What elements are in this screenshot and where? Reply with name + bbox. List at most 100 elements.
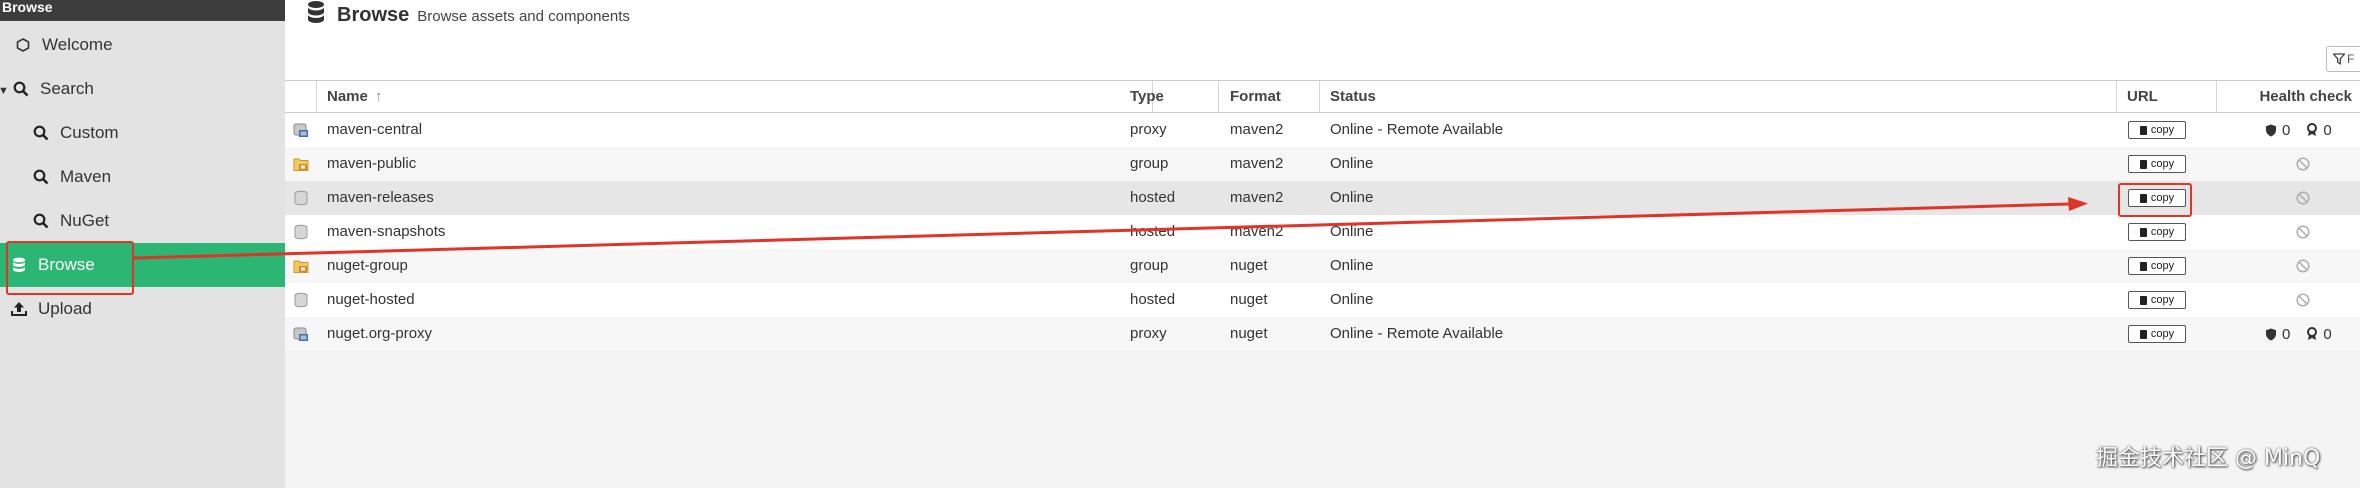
repo-status: Online xyxy=(1330,223,1374,240)
clipboard-icon xyxy=(2139,193,2147,203)
copy-url-button[interactable]: copy xyxy=(2128,223,2186,241)
repo-format: maven2 xyxy=(1230,155,1284,172)
sidebar-item-nuget[interactable]: NuGet xyxy=(0,199,285,243)
repo-status: Online xyxy=(1330,155,1374,172)
sidebar-header: Browse xyxy=(0,0,285,21)
repo-format: maven2 xyxy=(1230,189,1284,206)
repo-format: maven2 xyxy=(1230,223,1284,240)
sidebar-item-welcome[interactable]: Welcome xyxy=(0,23,285,67)
repo-type: hosted xyxy=(1130,223,1176,240)
upload-icon xyxy=(8,301,30,317)
sidebar-item-label: Upload xyxy=(38,299,92,318)
main-panel: Browse Browse assets and components F Na… xyxy=(285,0,2360,488)
copy-url-button[interactable]: copy xyxy=(2128,121,2186,139)
repo-name: maven-snapshots xyxy=(327,223,446,240)
filter-input[interactable]: F xyxy=(2326,46,2360,72)
repo-name: nuget-hosted xyxy=(327,291,415,308)
copy-url-button[interactable]: copy xyxy=(2128,325,2186,343)
shield-icon xyxy=(2266,328,2276,340)
table-row[interactable]: maven-public group maven2 Online copy xyxy=(285,147,2360,181)
copy-url-button[interactable]: copy xyxy=(2128,257,2186,275)
database-icon xyxy=(307,0,325,31)
security-count: 0 xyxy=(2282,121,2291,139)
clipboard-icon xyxy=(2139,261,2147,271)
table-header: Name ↑ Type Format Status URL Health che… xyxy=(285,80,2360,113)
sidebar-item-search[interactable]: ▼ Search xyxy=(0,67,285,111)
chevron-down-icon[interactable]: ▼ xyxy=(0,85,9,97)
table-row[interactable]: maven-central proxy maven2 Online - Remo… xyxy=(285,113,2360,147)
repo-type: proxy xyxy=(1130,121,1167,138)
repo-status: Online - Remote Available xyxy=(1330,121,1504,138)
not-applicable-icon xyxy=(2296,293,2310,307)
hosted-repo-icon xyxy=(294,190,308,206)
not-applicable-icon xyxy=(2296,259,2310,273)
table-row[interactable]: nuget-group group nuget Online copy xyxy=(285,249,2360,283)
hosted-repo-icon xyxy=(294,224,308,240)
license-count: 0 xyxy=(2323,121,2332,139)
license-count: 0 xyxy=(2323,325,2332,343)
copy-url-button[interactable]: copy xyxy=(2128,155,2186,173)
shield-icon xyxy=(2266,124,2276,136)
sidebar-item-label: NuGet xyxy=(60,211,110,230)
not-applicable-icon xyxy=(2296,191,2310,205)
repo-name: maven-central xyxy=(327,121,423,138)
sort-asc-icon: ↑ xyxy=(375,88,383,105)
repo-format: nuget xyxy=(1230,257,1268,274)
repo-name: nuget.org-proxy xyxy=(327,325,433,342)
database-icon xyxy=(8,257,30,273)
page-header: Browse Browse assets and components F xyxy=(285,0,2360,80)
clipboard-icon xyxy=(2139,159,2147,169)
sidebar-item-label: Browse xyxy=(38,255,95,274)
clipboard-icon xyxy=(2139,125,2147,135)
group-repo-icon xyxy=(293,158,309,171)
clipboard-icon xyxy=(2139,329,2147,339)
sidebar-item-label: Custom xyxy=(60,123,119,142)
page-subtitle: Browse assets and components xyxy=(417,8,630,25)
repo-format: nuget xyxy=(1230,291,1268,308)
search-icon xyxy=(30,125,52,141)
page-title: Browse xyxy=(337,3,410,26)
copy-url-button[interactable]: copy xyxy=(2128,291,2186,309)
table-row[interactable]: nuget.org-proxy proxy nuget Online - Rem… xyxy=(285,317,2360,351)
hosted-repo-icon xyxy=(294,292,308,308)
column-header-status[interactable]: Status xyxy=(1320,81,2117,112)
sidebar-item-maven[interactable]: Maven xyxy=(0,155,285,199)
sidebar-item-label: Search xyxy=(40,79,94,98)
sidebar: Browse Welcome ▼ Search Custom Maven NuG… xyxy=(0,0,285,488)
health-check-status: 0 0 xyxy=(2265,113,2332,147)
not-applicable-icon xyxy=(2296,157,2310,171)
hexagon-icon xyxy=(12,38,34,52)
column-header-name[interactable]: Name ↑ xyxy=(317,81,1153,112)
watermark: 掘金技术社区 @ MinQ xyxy=(2096,446,2321,471)
search-icon xyxy=(30,213,52,229)
table-row[interactable]: nuget-hosted hosted nuget Online copy xyxy=(285,283,2360,317)
repo-name: maven-releases xyxy=(327,189,434,206)
table-row[interactable]: maven-snapshots hosted maven2 Online cop… xyxy=(285,215,2360,249)
security-count: 0 xyxy=(2282,325,2291,343)
proxy-repo-icon xyxy=(293,327,308,341)
proxy-repo-icon xyxy=(293,123,308,137)
repo-format: nuget xyxy=(1230,325,1268,342)
repo-status: Online xyxy=(1330,291,1374,308)
repo-name: maven-public xyxy=(327,155,417,172)
column-header-health-check[interactable]: Health check xyxy=(2217,81,2360,112)
sidebar-item-browse[interactable]: Browse xyxy=(0,243,285,287)
repo-format: maven2 xyxy=(1230,121,1284,138)
repo-type: group xyxy=(1130,257,1169,274)
table-row[interactable]: maven-releases hosted maven2 Online copy xyxy=(285,181,2360,215)
repo-type: group xyxy=(1130,155,1169,172)
clipboard-icon xyxy=(2139,295,2147,305)
column-header-format[interactable]: Format xyxy=(1220,81,1320,112)
repo-status: Online xyxy=(1330,189,1374,206)
copy-url-button[interactable]: copy xyxy=(2128,189,2186,207)
sidebar-item-label: Maven xyxy=(60,167,112,186)
repo-type: hosted xyxy=(1130,189,1176,206)
repo-status: Online xyxy=(1330,257,1374,274)
license-badge-icon xyxy=(2307,123,2318,136)
column-header-type[interactable]: Type xyxy=(1120,81,1219,112)
repo-type: hosted xyxy=(1130,291,1176,308)
column-header-url[interactable]: URL xyxy=(2117,81,2217,112)
search-icon xyxy=(10,81,32,97)
sidebar-item-custom[interactable]: Custom xyxy=(0,111,285,155)
sidebar-item-upload[interactable]: Upload xyxy=(0,287,285,331)
